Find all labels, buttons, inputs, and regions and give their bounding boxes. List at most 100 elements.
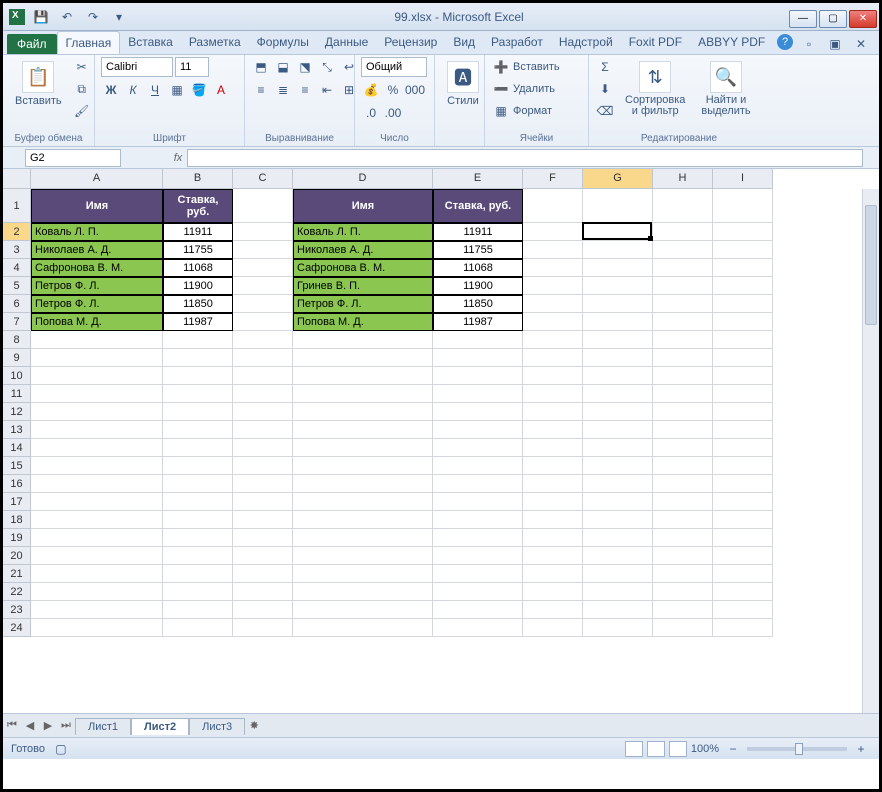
cell[interactable]: [523, 457, 583, 475]
cell[interactable]: [163, 385, 233, 403]
cell[interactable]: [653, 547, 713, 565]
align-left-icon[interactable]: ≡: [251, 80, 271, 100]
cell[interactable]: [31, 385, 163, 403]
cell[interactable]: [163, 439, 233, 457]
copy-icon[interactable]: ⧉: [72, 79, 92, 99]
row-header-20[interactable]: 20: [3, 547, 31, 565]
cell[interactable]: [583, 529, 653, 547]
insert-cells-button[interactable]: ➕Вставить: [491, 57, 560, 77]
cell[interactable]: [433, 529, 523, 547]
cell[interactable]: [713, 619, 773, 637]
cell[interactable]: [583, 189, 653, 223]
sheet-nav-first[interactable]: ⏮: [3, 717, 21, 735]
fx-icon[interactable]: fx: [169, 152, 187, 164]
col-header-F[interactable]: F: [523, 169, 583, 189]
border-button[interactable]: ▦: [167, 80, 187, 100]
cell[interactable]: [293, 619, 433, 637]
col-header-H[interactable]: H: [653, 169, 713, 189]
cell[interactable]: [31, 475, 163, 493]
data-cell[interactable]: Ставка, руб.: [433, 189, 523, 223]
cell[interactable]: [31, 421, 163, 439]
select-all-corner[interactable]: [3, 169, 31, 189]
row-header-17[interactable]: 17: [3, 493, 31, 511]
cell[interactable]: [31, 529, 163, 547]
cell[interactable]: [523, 189, 583, 223]
data-cell[interactable]: 11850: [433, 295, 523, 313]
cell[interactable]: [583, 349, 653, 367]
cell[interactable]: [233, 493, 293, 511]
row-header-22[interactable]: 22: [3, 583, 31, 601]
cell[interactable]: [31, 493, 163, 511]
cell[interactable]: [653, 223, 713, 241]
cell[interactable]: [163, 493, 233, 511]
cell[interactable]: [713, 189, 773, 223]
cell[interactable]: [433, 367, 523, 385]
align-top-icon[interactable]: ⬒: [251, 57, 271, 77]
redo-button[interactable]: ↷: [83, 7, 103, 27]
cell[interactable]: [653, 189, 713, 223]
ribbon-tab-9[interactable]: Foxit PDF: [621, 31, 690, 54]
row-header-13[interactable]: 13: [3, 421, 31, 439]
cell[interactable]: [583, 601, 653, 619]
cell[interactable]: [653, 295, 713, 313]
sheet-tab-1[interactable]: Лист2: [131, 718, 189, 735]
data-cell[interactable]: 11900: [433, 277, 523, 295]
cell[interactable]: [583, 403, 653, 421]
cell[interactable]: [293, 367, 433, 385]
cell[interactable]: [163, 565, 233, 583]
zoom-in-button[interactable]: +: [851, 739, 871, 759]
cell[interactable]: [583, 367, 653, 385]
font-name-combo[interactable]: Calibri: [101, 57, 173, 77]
cell[interactable]: [31, 583, 163, 601]
col-header-I[interactable]: I: [713, 169, 773, 189]
row-header-16[interactable]: 16: [3, 475, 31, 493]
cell[interactable]: [233, 583, 293, 601]
cell[interactable]: [233, 349, 293, 367]
col-header-G[interactable]: G: [583, 169, 653, 189]
cell[interactable]: [713, 475, 773, 493]
data-cell[interactable]: Попова М. Д.: [31, 313, 163, 331]
cell[interactable]: [293, 475, 433, 493]
row-header-11[interactable]: 11: [3, 385, 31, 403]
maximize-button[interactable]: ▢: [819, 10, 847, 28]
cell[interactable]: [433, 619, 523, 637]
cell[interactable]: [713, 529, 773, 547]
cell[interactable]: [523, 403, 583, 421]
cell[interactable]: [233, 457, 293, 475]
cell[interactable]: [523, 547, 583, 565]
cell[interactable]: [583, 331, 653, 349]
active-cell[interactable]: [582, 222, 652, 240]
row-header-1[interactable]: 1: [3, 189, 31, 223]
cell[interactable]: [433, 601, 523, 619]
cell[interactable]: [653, 385, 713, 403]
data-cell[interactable]: 11755: [433, 241, 523, 259]
cell[interactable]: [523, 313, 583, 331]
cell[interactable]: [233, 601, 293, 619]
row-header-8[interactable]: 8: [3, 331, 31, 349]
cell[interactable]: [293, 529, 433, 547]
data-cell[interactable]: 11850: [163, 295, 233, 313]
dec-decimal-icon[interactable]: .00: [383, 103, 403, 123]
worksheet-grid[interactable]: ABCDEFGHI 123456789101112131415161718192…: [3, 169, 879, 713]
cell[interactable]: [293, 421, 433, 439]
cell[interactable]: [523, 331, 583, 349]
cell[interactable]: [233, 529, 293, 547]
cell[interactable]: [653, 475, 713, 493]
align-bottom-icon[interactable]: ⬔: [295, 57, 315, 77]
cell[interactable]: [583, 547, 653, 565]
cell[interactable]: [653, 313, 713, 331]
cell[interactable]: [713, 277, 773, 295]
cell[interactable]: [31, 565, 163, 583]
row-header-19[interactable]: 19: [3, 529, 31, 547]
cell[interactable]: [653, 565, 713, 583]
cell[interactable]: [653, 457, 713, 475]
cell[interactable]: [31, 349, 163, 367]
doc-close-icon[interactable]: ✕: [851, 34, 871, 54]
percent-icon[interactable]: %: [383, 80, 403, 100]
ribbon-tab-0[interactable]: Главная: [57, 31, 121, 54]
data-cell[interactable]: 11755: [163, 241, 233, 259]
macro-rec-icon[interactable]: ▢: [51, 739, 71, 759]
cell[interactable]: [583, 295, 653, 313]
cell[interactable]: [713, 295, 773, 313]
cell[interactable]: [163, 421, 233, 439]
